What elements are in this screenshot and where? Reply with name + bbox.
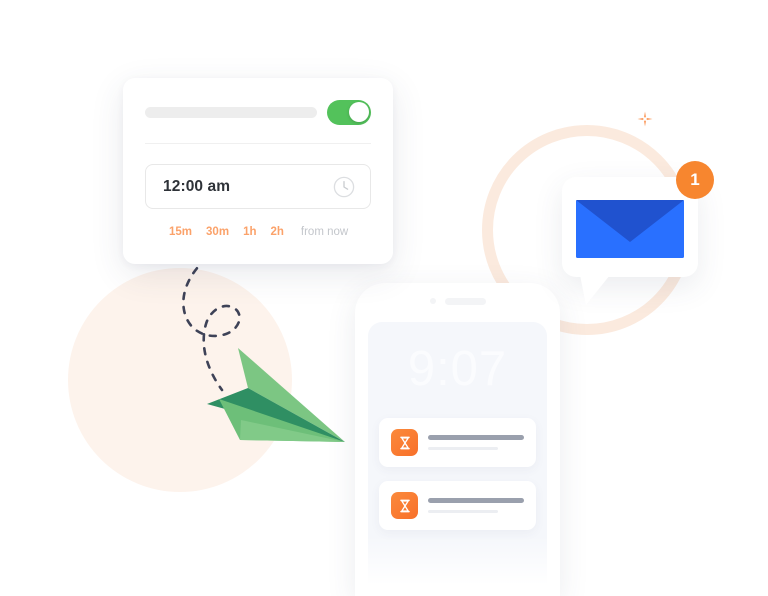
notification-title-bar bbox=[428, 498, 524, 503]
quick-option-1h[interactable]: 1h bbox=[243, 226, 256, 238]
notification-subtitle-bar bbox=[428, 510, 499, 513]
notification-list bbox=[368, 418, 547, 530]
notification-text-placeholder bbox=[428, 498, 524, 513]
time-input[interactable]: 12:00 am bbox=[145, 164, 371, 209]
sparkle-icon bbox=[636, 110, 654, 128]
phone-screen: 9:07 bbox=[368, 322, 547, 596]
hourglass-icon bbox=[391, 429, 418, 456]
schedule-toggle-knob bbox=[348, 102, 369, 122]
quick-option-2h[interactable]: 2h bbox=[270, 226, 283, 238]
envelope-icon bbox=[576, 200, 684, 258]
phone-camera-icon bbox=[429, 298, 436, 304]
notification-card[interactable] bbox=[379, 418, 536, 467]
quick-time-options: 15m 30m 1h 2h from now bbox=[145, 226, 371, 238]
notification-card[interactable] bbox=[379, 481, 536, 530]
phone-fade-overlay bbox=[368, 536, 547, 596]
bubble-tail bbox=[580, 275, 614, 309]
unread-count-badge: 1 bbox=[676, 161, 714, 199]
scheduler-header-row bbox=[145, 98, 371, 126]
scheduler-title-placeholder bbox=[145, 106, 317, 118]
time-input-value: 12:00 am bbox=[163, 177, 231, 195]
schedule-toggle[interactable] bbox=[327, 99, 371, 125]
quick-option-15m[interactable]: 15m bbox=[169, 226, 192, 238]
phone-speaker-icon bbox=[444, 297, 486, 305]
scheduler-card: 12:00 am 15m 30m 1h 2h from now bbox=[123, 78, 393, 264]
phone-clock-time: 9:07 bbox=[407, 342, 508, 396]
notification-text-placeholder bbox=[428, 435, 524, 450]
phone-mockup: 9:07 bbox=[355, 283, 560, 596]
scheduler-divider bbox=[145, 143, 371, 144]
phone-top-bar bbox=[355, 297, 560, 305]
illustration-canvas: 9:07 12:00 am 15m 30m 1h 2h from now 1 bbox=[0, 0, 768, 596]
clock-icon[interactable] bbox=[333, 176, 355, 198]
mail-notification-bubble[interactable]: 1 bbox=[562, 161, 714, 305]
paper-plane-icon bbox=[205, 336, 355, 452]
notification-title-bar bbox=[428, 435, 524, 440]
quick-options-suffix-label: from now bbox=[300, 226, 349, 238]
quick-option-30m[interactable]: 30m bbox=[206, 226, 229, 238]
hourglass-icon bbox=[391, 492, 418, 519]
notification-subtitle-bar bbox=[428, 447, 499, 450]
